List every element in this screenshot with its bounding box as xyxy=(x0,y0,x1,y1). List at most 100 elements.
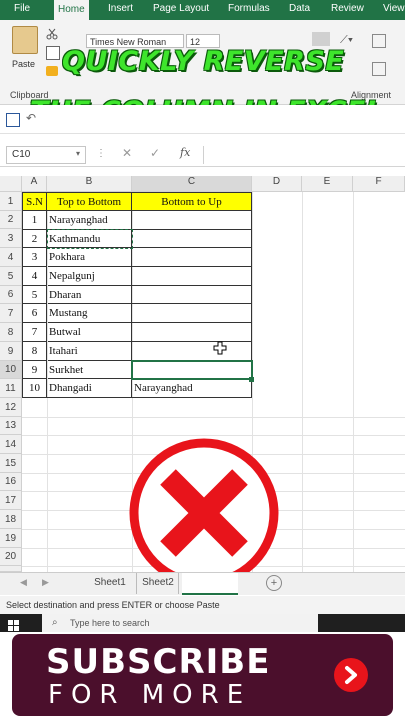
row-header[interactable]: 19 xyxy=(0,529,22,548)
row-header[interactable]: 9 xyxy=(0,342,22,361)
copy-icon[interactable] xyxy=(46,46,60,60)
tab-active-sheet[interactable] xyxy=(182,573,238,595)
tab-review[interactable]: Review xyxy=(331,3,364,14)
tab-sheet1[interactable]: Sheet1 xyxy=(84,573,137,594)
column-header-e[interactable]: E xyxy=(302,176,353,192)
sheet-nav-prev-icon[interactable]: ◀ xyxy=(20,577,27,588)
spreadsheet-grid: A B C D E F 1 2 3 4 5 6 7 8 9 10 11 12 1… xyxy=(0,176,405,588)
tab-insert[interactable]: Insert xyxy=(108,3,133,14)
row-header[interactable]: 2 xyxy=(0,211,22,229)
row-header[interactable]: 15 xyxy=(0,454,22,473)
cut-icon[interactable] xyxy=(46,28,58,40)
column-header-c[interactable]: C xyxy=(132,176,252,192)
cell-sn[interactable]: 8 xyxy=(23,342,47,361)
row-header[interactable]: 7 xyxy=(0,304,22,323)
row-header[interactable]: 12 xyxy=(0,398,22,417)
row-header[interactable]: 16 xyxy=(0,473,22,491)
cell-top-to-bottom[interactable]: Pokhara xyxy=(48,248,132,267)
column-header-d[interactable]: D xyxy=(252,176,302,192)
paste-icon[interactable] xyxy=(12,26,38,54)
cell-bottom-to-up[interactable] xyxy=(132,211,251,230)
cursor-icon xyxy=(213,341,227,355)
cell-bottom-to-up[interactable] xyxy=(132,323,251,342)
quick-access-toolbar: ↶ xyxy=(0,105,405,134)
header-top-to-bottom[interactable]: Top to Bottom xyxy=(47,193,132,211)
row-header[interactable]: 4 xyxy=(0,248,22,267)
fill-handle[interactable] xyxy=(249,377,254,382)
header-sn[interactable]: S.N xyxy=(23,193,47,211)
cell-sn[interactable]: 4 xyxy=(23,267,47,286)
row-header[interactable]: 20 xyxy=(0,548,22,566)
cell-bottom-to-up[interactable]: Narayanghad xyxy=(133,379,251,397)
cancel-icon[interactable]: ✕ xyxy=(122,146,132,160)
tab-home[interactable]: Home xyxy=(54,0,89,20)
cell-top-to-bottom[interactable]: Dharan xyxy=(48,286,132,304)
cell-top-to-bottom[interactable]: Itahari xyxy=(48,342,132,361)
row-header[interactable]: 3 xyxy=(0,229,22,248)
row-header[interactable]: 18 xyxy=(0,510,22,529)
header-bottom-to-up[interactable]: Bottom to Up xyxy=(132,193,251,211)
row-header[interactable]: 13 xyxy=(0,417,22,435)
cell-sn[interactable]: 6 xyxy=(23,304,47,323)
ribbon-tab-bar: File Home Insert Page Layout Formulas Da… xyxy=(0,0,405,20)
select-all-corner[interactable] xyxy=(0,176,22,192)
row-header[interactable]: 5 xyxy=(0,267,22,286)
cell-top-to-bottom[interactable]: Mustang xyxy=(48,304,132,323)
row-header[interactable]: 11 xyxy=(0,379,22,398)
column-header-f[interactable]: F xyxy=(353,176,405,192)
row-header[interactable]: 17 xyxy=(0,491,22,510)
cell-bottom-to-up[interactable] xyxy=(132,267,251,286)
formula-input[interactable] xyxy=(203,146,404,164)
row-header[interactable]: 14 xyxy=(0,435,22,454)
cell-sn[interactable]: 1 xyxy=(23,211,47,230)
cell-sn[interactable]: 2 xyxy=(23,230,47,248)
undo-icon[interactable]: ↶ xyxy=(26,111,36,125)
taskbar-search-box[interactable]: Type here to search xyxy=(42,614,318,632)
active-cell[interactable] xyxy=(131,360,253,380)
tab-file[interactable]: File xyxy=(14,3,30,14)
name-box-dropdown-icon[interactable]: ▾ xyxy=(76,149,80,158)
cell-bottom-to-up[interactable] xyxy=(132,230,251,248)
column-header-b[interactable]: B xyxy=(47,176,132,192)
cell-sn[interactable]: 9 xyxy=(23,361,47,379)
tab-data[interactable]: Data xyxy=(289,3,310,14)
search-icon: ⌕ xyxy=(52,617,58,628)
subscribe-banner[interactable]: SUBSCRIBE FOR MORE xyxy=(12,634,393,716)
column-header-a[interactable]: A xyxy=(22,176,47,192)
save-icon[interactable] xyxy=(6,113,20,127)
cell-top-to-bottom[interactable]: Butwal xyxy=(48,323,132,342)
row-header[interactable]: 6 xyxy=(0,286,22,304)
new-sheet-icon[interactable]: + xyxy=(266,575,282,591)
row-header[interactable]: 8 xyxy=(0,323,22,342)
cell-top-to-bottom[interactable]: Nepalgunj xyxy=(48,267,132,286)
windows-start-icon[interactable] xyxy=(8,619,20,631)
tab-sheet2[interactable]: Sheet2 xyxy=(138,573,179,594)
tab-formulas[interactable]: Formulas xyxy=(228,3,270,14)
align-top-icon[interactable] xyxy=(312,32,330,46)
cell-bottom-to-up[interactable] xyxy=(132,304,251,323)
cell-sn[interactable]: 10 xyxy=(23,379,47,397)
cell-sn[interactable]: 3 xyxy=(23,248,47,267)
tab-page-layout[interactable]: Page Layout xyxy=(153,3,209,14)
row-header[interactable]: 10 xyxy=(0,361,22,379)
row-header[interactable]: 1 xyxy=(0,192,22,211)
gridline xyxy=(302,192,303,572)
cell-sn[interactable]: 5 xyxy=(23,286,47,304)
sheet-nav-next-icon[interactable]: ▶ xyxy=(42,577,49,588)
arrow-right-icon[interactable] xyxy=(334,658,368,692)
cell-top-to-bottom[interactable]: Narayanghad xyxy=(48,211,132,230)
cell-bottom-to-up[interactable] xyxy=(132,342,251,361)
cell-top-to-bottom[interactable]: Dhangadi xyxy=(48,379,132,397)
tab-view[interactable]: View xyxy=(383,3,405,14)
cell-bottom-to-up[interactable] xyxy=(132,286,251,304)
enter-icon[interactable]: ✓ xyxy=(150,146,160,160)
name-box[interactable]: C10 xyxy=(6,146,86,164)
paste-button[interactable]: Paste xyxy=(12,59,35,69)
wrap-text-icon[interactable] xyxy=(372,34,386,48)
fx-icon[interactable]: fx xyxy=(180,146,190,159)
cell-sn[interactable]: 7 xyxy=(23,323,47,342)
merge-icon[interactable] xyxy=(372,62,386,76)
format-painter-icon[interactable] xyxy=(46,66,58,76)
cell-bottom-to-up[interactable] xyxy=(132,248,251,267)
cell-top-to-bottom[interactable]: Surkhet xyxy=(48,361,132,379)
